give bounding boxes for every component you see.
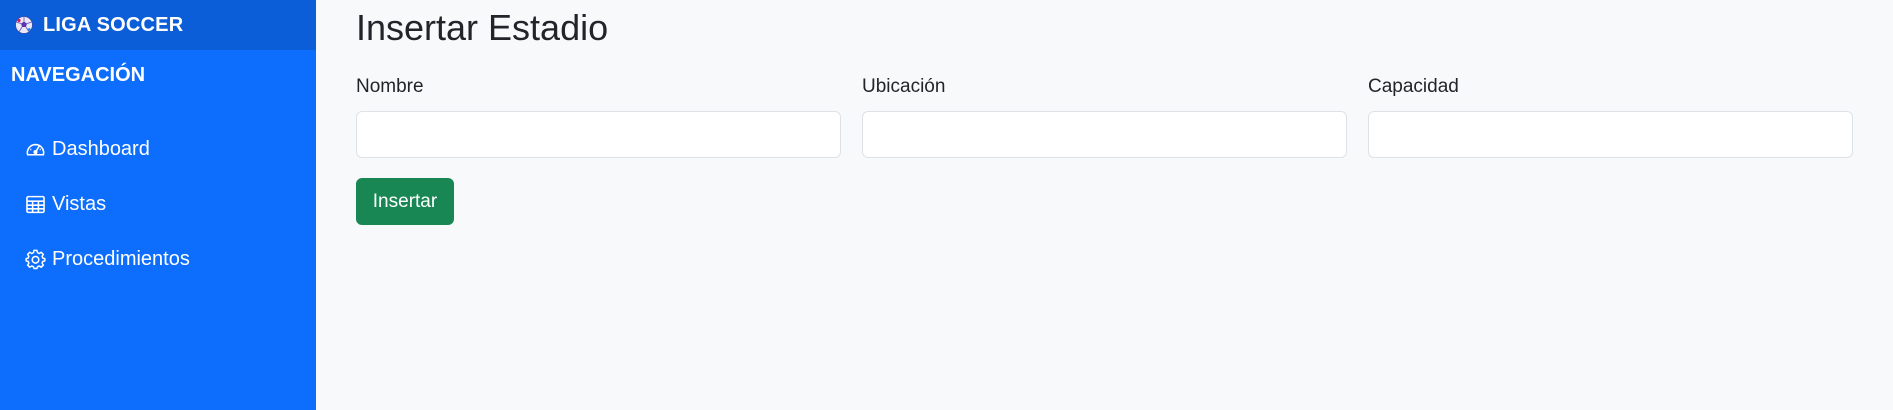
speedometer-icon	[25, 139, 46, 160]
brand[interactable]: LIGA SOCCER	[0, 0, 316, 50]
ubicacion-label: Ubicación	[862, 76, 946, 97]
form-row: Nombre Ubicación Capacidad	[356, 76, 1853, 158]
sidebar-item-label: Procedimientos	[52, 248, 190, 270]
sidebar: LIGA SOCCER NAVEGACIÓN Dashboard Vistas …	[0, 0, 316, 410]
sidebar-item-label: Dashboard	[52, 138, 150, 160]
nav-heading: NAVEGACIÓN	[11, 64, 146, 86]
gear-icon	[25, 249, 46, 270]
nombre-label: Nombre	[356, 76, 424, 97]
insert-button[interactable]: Insertar	[356, 178, 454, 225]
capacidad-input[interactable]	[1368, 111, 1853, 158]
nombre-input[interactable]	[356, 111, 841, 158]
table-icon	[25, 194, 46, 215]
ubicacion-group: Ubicación	[862, 76, 1347, 158]
nombre-group: Nombre	[356, 76, 841, 158]
sidebar-item-procedimientos[interactable]: Procedimientos	[0, 232, 316, 287]
sidebar-item-dashboard[interactable]: Dashboard	[0, 122, 316, 177]
sidebar-item-label: Vistas	[52, 193, 107, 215]
capacidad-label: Capacidad	[1368, 76, 1459, 97]
app-root: LIGA SOCCER NAVEGACIÓN Dashboard Vistas …	[0, 0, 1893, 410]
nav-list: Dashboard Vistas Procedimientos	[0, 122, 316, 287]
main-content: Insertar Estadio Nombre Ubicación Capaci…	[316, 0, 1893, 410]
page-title: Insertar Estadio	[356, 7, 609, 48]
brand-title: LIGA SOCCER	[43, 13, 184, 36]
soccer-ball-icon	[15, 16, 33, 34]
sidebar-item-vistas[interactable]: Vistas	[0, 177, 316, 232]
ubicacion-input[interactable]	[862, 111, 1347, 158]
insert-stadium-form: Nombre Ubicación Capacidad Insertar	[356, 76, 1853, 225]
capacidad-group: Capacidad	[1368, 76, 1853, 158]
